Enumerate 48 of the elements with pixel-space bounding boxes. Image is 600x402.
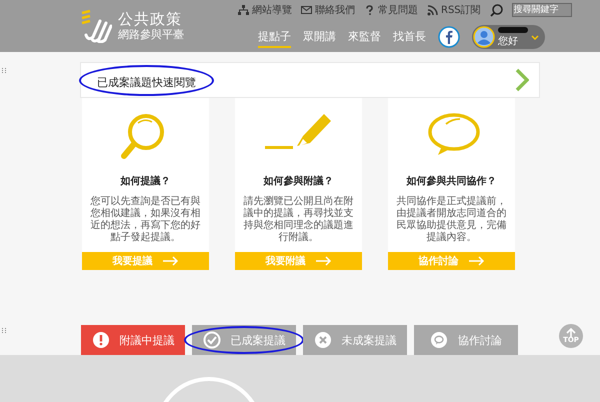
user-greeting: 您好 — [498, 34, 519, 48]
rss-icon — [427, 4, 438, 16]
arrow-up-icon — [566, 328, 576, 337]
nav-link[interactable]: 眾開講 — [303, 26, 336, 48]
site-subtitle: 網路參與平臺 — [118, 28, 184, 42]
checkmark-icon — [202, 331, 220, 349]
top-link[interactable]: 聯絡我們 — [301, 3, 355, 17]
arrow-right-icon — [316, 256, 332, 266]
card-button[interactable]: 我要提議 — [82, 252, 209, 270]
search-field[interactable]: 搜尋關鍵字 — [512, 3, 572, 17]
top-link[interactable]: RSS訂閱 — [427, 3, 481, 17]
card-title: 如何參與附議？ — [264, 174, 334, 188]
nav-link[interactable]: 來監督 — [348, 26, 381, 48]
nav-link[interactable]: 找首長 — [393, 26, 426, 48]
user-menu[interactable]: 您好 — [472, 25, 545, 49]
chevron-right-icon[interactable] — [515, 68, 529, 92]
redaction-mark — [498, 26, 528, 32]
card-description: 請先瀏覽已公開且尚在附議中的提議，再尋找並支持與您相同理念的議題進行附議。 — [242, 196, 354, 244]
facebook-icon[interactable] — [438, 26, 460, 48]
card-description: 您可以先查詢是否已有與您相似建議，如果沒有相近的想法，再寫下您的好點子發起提議。 — [90, 196, 202, 244]
site-title: 公共政策 — [118, 10, 183, 28]
category-tab[interactable]: 協作討論 — [414, 325, 518, 355]
x-icon — [314, 331, 332, 349]
question-mark-icon — [364, 4, 375, 16]
card-button[interactable]: 我要附議 — [235, 252, 362, 270]
search-icon[interactable] — [490, 4, 503, 16]
category-tab[interactable]: 未成案提議 — [303, 325, 407, 355]
category-tab[interactable]: 已成案提議 — [192, 325, 296, 355]
card-button[interactable]: 協作討論 — [388, 252, 515, 270]
card-title: 如何參與共同協作？ — [406, 174, 496, 188]
quick-view-bar[interactable]: 已成案議題快速閱覽 — [80, 62, 540, 98]
nav-link[interactable]: 提點子 — [258, 26, 291, 48]
logo-icon — [80, 9, 112, 43]
card-description: 共同協作是正式提議前，由提議者開放志同道合的民眾協助提供意見，完備提議內容。 — [396, 196, 508, 244]
top-link[interactable]: 網站導覽 — [238, 3, 292, 17]
card-title: 如何提議？ — [120, 174, 170, 188]
top-link[interactable]: 常見問題 — [364, 3, 418, 17]
arrow-right-icon — [162, 256, 178, 266]
exclamation-icon — [92, 331, 110, 349]
avatar-icon[interactable] — [473, 26, 495, 48]
speech-bubble-icon — [430, 331, 448, 349]
drag-handle-icon[interactable] — [2, 328, 6, 333]
quick-view-title: 已成案議題快速閱覽 — [97, 76, 196, 88]
caret-down-icon — [531, 34, 539, 40]
drag-handle-icon[interactable] — [2, 68, 6, 73]
arrow-right-icon — [468, 256, 484, 266]
envelope-icon — [301, 4, 312, 16]
sitemap-icon — [238, 4, 249, 16]
